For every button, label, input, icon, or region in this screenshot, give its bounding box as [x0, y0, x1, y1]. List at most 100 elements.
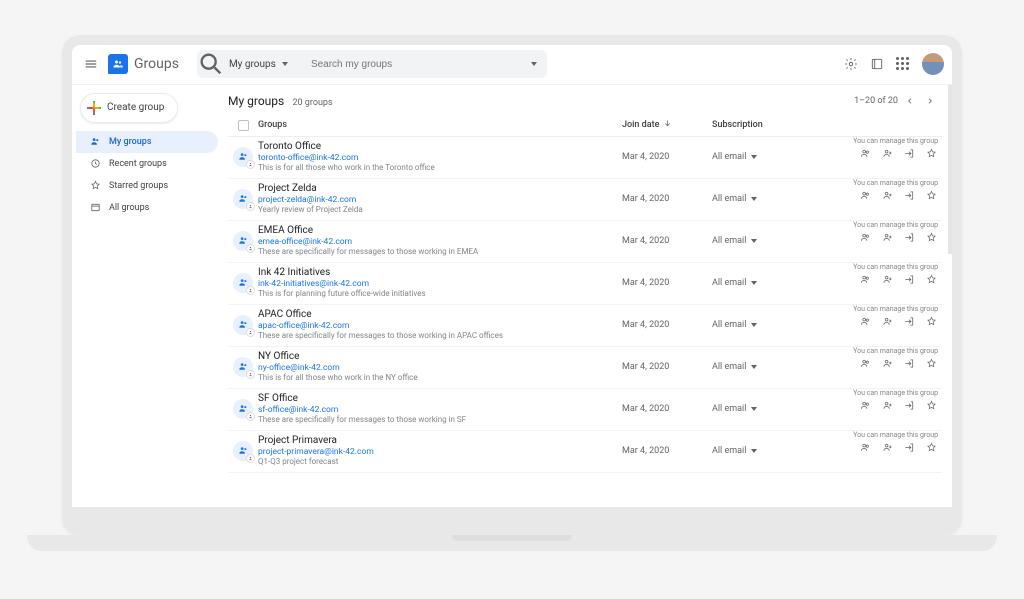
- join-date: Mar 4, 2020: [622, 347, 712, 388]
- star-icon[interactable]: [924, 273, 938, 287]
- laptop-notch: [452, 535, 572, 541]
- star-icon[interactable]: [924, 399, 938, 413]
- leave-group-icon[interactable]: [902, 147, 916, 161]
- members-icon[interactable]: [858, 273, 872, 287]
- select-all-checkbox[interactable]: [238, 120, 249, 131]
- members-icon[interactable]: [858, 357, 872, 371]
- leave-group-icon[interactable]: [902, 273, 916, 287]
- group-avatar-icon: [233, 231, 253, 251]
- subscription-dropdown[interactable]: All email: [712, 194, 757, 204]
- add-member-icon[interactable]: [880, 441, 894, 455]
- search-filter-dropdown[interactable]: My groups: [225, 59, 305, 70]
- sidebar-item-label: Recent groups: [109, 159, 167, 169]
- add-member-icon[interactable]: [880, 399, 894, 413]
- search-bar: My groups: [197, 50, 547, 78]
- subscription-label: All email: [712, 152, 746, 162]
- sidebar-item-my-groups[interactable]: My groups: [76, 131, 218, 153]
- members-icon[interactable]: [858, 315, 872, 329]
- group-email[interactable]: emea-office@ink-42.com: [258, 237, 622, 248]
- col-header-join-date[interactable]: Join date: [622, 119, 712, 131]
- table-row[interactable]: Project Primavera project-primavera@ink-…: [228, 431, 942, 473]
- group-email[interactable]: project-primavera@ink-42.com: [258, 447, 622, 458]
- leave-group-icon[interactable]: [902, 441, 916, 455]
- star-icon[interactable]: [924, 231, 938, 245]
- apps-icon[interactable]: [890, 51, 916, 77]
- add-member-icon[interactable]: [880, 273, 894, 287]
- group-avatar-icon: [233, 147, 253, 167]
- menu-icon[interactable]: [78, 51, 104, 77]
- table-row[interactable]: Project Zelda project-zelda@ink-42.com Y…: [228, 179, 942, 221]
- sidebar-item-starred-groups[interactable]: Starred groups: [76, 175, 218, 197]
- subscription-dropdown[interactable]: All email: [712, 446, 757, 456]
- group-email[interactable]: apac-office@ink-42.com: [258, 321, 622, 332]
- list-header: Groups Join date Subscription: [228, 115, 942, 137]
- table-row[interactable]: Toronto Office toronto-office@ink-42.com…: [228, 137, 942, 179]
- subscription-dropdown[interactable]: All email: [712, 320, 757, 330]
- owner-badge-icon: [246, 244, 255, 253]
- add-member-icon[interactable]: [880, 189, 894, 203]
- pager-prev[interactable]: [902, 93, 918, 109]
- leave-group-icon[interactable]: [902, 399, 916, 413]
- col-header-subscription[interactable]: Subscription: [712, 120, 792, 130]
- sidebar-item-all-groups[interactable]: All groups: [76, 197, 218, 219]
- group-avatar-icon: [233, 399, 253, 419]
- group-email[interactable]: toronto-office@ink-42.com: [258, 153, 622, 164]
- leave-group-icon[interactable]: [902, 315, 916, 329]
- add-member-icon[interactable]: [880, 231, 894, 245]
- group-email[interactable]: project-zelda@ink-42.com: [258, 195, 622, 206]
- table-row[interactable]: EMEA Office emea-office@ink-42.com These…: [228, 221, 942, 263]
- create-group-button[interactable]: Create group: [80, 93, 178, 123]
- table-row[interactable]: SF Office sf-office@ink-42.com These are…: [228, 389, 942, 431]
- sidebar-item-label: Starred groups: [109, 181, 168, 191]
- subscription-dropdown[interactable]: All email: [712, 404, 757, 414]
- subscription-dropdown[interactable]: All email: [712, 362, 757, 372]
- help-icon[interactable]: [864, 51, 890, 77]
- members-icon[interactable]: [858, 399, 872, 413]
- members-icon[interactable]: [858, 147, 872, 161]
- manage-hint: You can manage this group: [853, 221, 938, 229]
- group-desc: These are specifically for messages to t…: [258, 415, 622, 425]
- search-icon[interactable]: [197, 50, 225, 78]
- subscription-dropdown[interactable]: All email: [712, 278, 757, 288]
- group-email[interactable]: sf-office@ink-42.com: [258, 405, 622, 416]
- owner-badge-icon: [246, 202, 255, 211]
- search-input[interactable]: [305, 59, 521, 70]
- group-desc: These are specifically for messages to t…: [258, 247, 622, 257]
- add-member-icon[interactable]: [880, 357, 894, 371]
- page-subtitle: 20 groups: [292, 98, 332, 108]
- pager-next[interactable]: [922, 93, 938, 109]
- subscription-dropdown[interactable]: All email: [712, 152, 757, 162]
- group-desc: This is for all those who work in the To…: [258, 163, 622, 173]
- star-icon[interactable]: [924, 315, 938, 329]
- subscription-dropdown[interactable]: All email: [712, 236, 757, 246]
- members-icon[interactable]: [858, 441, 872, 455]
- group-email[interactable]: ny-office@ink-42.com: [258, 363, 622, 374]
- members-icon[interactable]: [858, 231, 872, 245]
- group-avatar-icon: [233, 273, 253, 293]
- avatar[interactable]: [922, 53, 944, 75]
- table-row[interactable]: NY Office ny-office@ink-42.com This is f…: [228, 347, 942, 389]
- star-icon[interactable]: [924, 441, 938, 455]
- star-icon[interactable]: [924, 189, 938, 203]
- group-name: Ink 42 Initiatives: [258, 267, 622, 279]
- main: My groups 20 groups 1–20 of 20 Groups: [222, 85, 952, 507]
- sidebar-item-recent-groups[interactable]: Recent groups: [76, 153, 218, 175]
- leave-group-icon[interactable]: [902, 231, 916, 245]
- chevron-down-icon: [751, 407, 757, 411]
- add-member-icon[interactable]: [880, 315, 894, 329]
- star-icon[interactable]: [924, 147, 938, 161]
- col-header-groups[interactable]: Groups: [258, 120, 622, 130]
- settings-icon[interactable]: [838, 51, 864, 77]
- leave-group-icon[interactable]: [902, 357, 916, 371]
- add-member-icon[interactable]: [880, 147, 894, 161]
- plus-icon: [87, 101, 101, 115]
- table-row[interactable]: APAC Office apac-office@ink-42.com These…: [228, 305, 942, 347]
- table-row[interactable]: Ink 42 Initiatives ink-42-initiatives@in…: [228, 263, 942, 305]
- leave-group-icon[interactable]: [902, 189, 916, 203]
- subscription-label: All email: [712, 362, 746, 372]
- members-icon[interactable]: [858, 189, 872, 203]
- search-options-dropdown[interactable]: [521, 62, 547, 66]
- scrollbar[interactable]: [948, 85, 952, 507]
- group-email[interactable]: ink-42-initiatives@ink-42.com: [258, 279, 622, 290]
- star-icon[interactable]: [924, 357, 938, 371]
